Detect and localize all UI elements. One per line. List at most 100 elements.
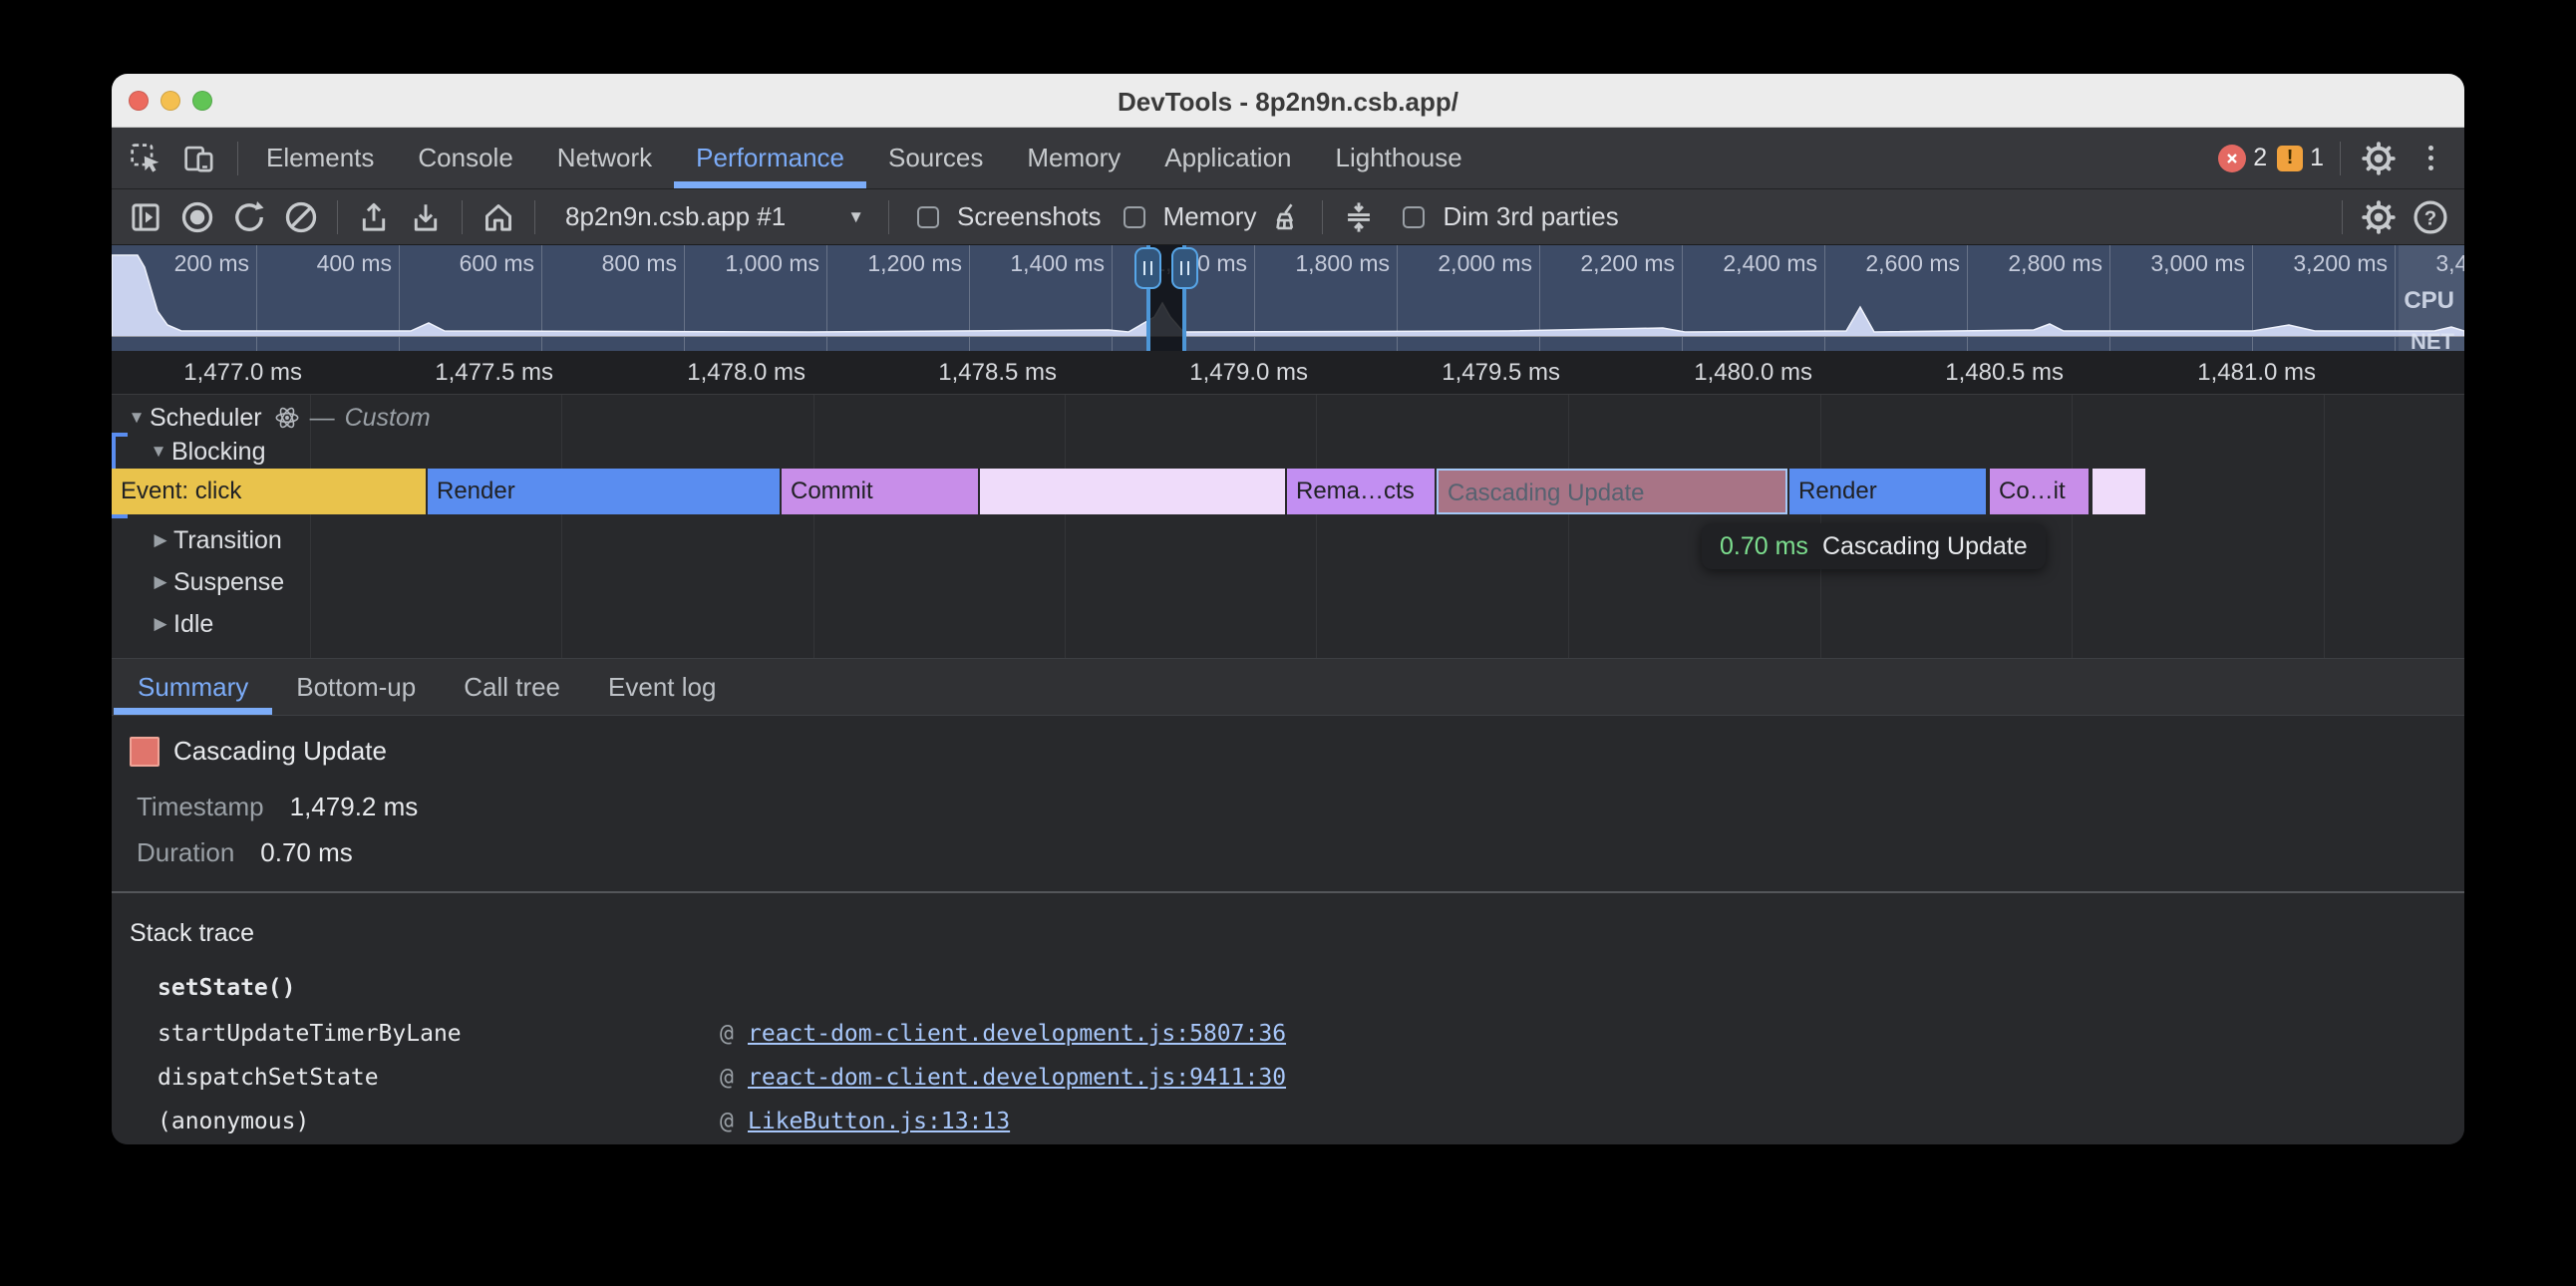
stack-frame-source-link[interactable]: LikeButton.js:13:13 — [748, 1109, 1010, 1134]
details-tab-label: Bottom-up — [296, 672, 416, 703]
collapsed-triangle-icon[interactable]: ▶ — [148, 614, 173, 634]
overview-tick-label: 800 ms — [602, 250, 677, 277]
stack-trace-title: Stack trace — [130, 919, 254, 948]
panel-tab[interactable]: Network — [535, 128, 674, 188]
flame-event-bar[interactable]: Render — [428, 469, 780, 514]
dim-third-parties-label: Dim 3rd parties — [1443, 201, 1618, 232]
details-tab[interactable]: Summary — [114, 659, 272, 715]
console-errors-badge[interactable]: 2 — [2218, 144, 2267, 172]
toggle-panel-icon[interactable] — [124, 195, 167, 239]
panel-tab-label: Lighthouse — [1336, 143, 1462, 173]
flame-event-label: Render — [1798, 478, 1877, 504]
overview-tick-label: 600 ms — [460, 250, 534, 277]
overview-tick-label: 2,000 ms — [1438, 250, 1532, 277]
flame-event-bar[interactable]: Commit — [782, 469, 978, 514]
panel-tab[interactable]: Performance — [674, 128, 866, 188]
details-tab[interactable]: Bottom-up — [272, 659, 440, 715]
flamechart-tracks[interactable]: ▼ Scheduler — Custom ▼ Blocking — [112, 395, 2464, 658]
more-options-icon[interactable] — [2411, 146, 2450, 170]
track-row-scheduler[interactable]: ▼ Scheduler — Custom — [112, 401, 2464, 435]
expand-triangle-icon[interactable]: ▼ — [146, 442, 171, 462]
flame-event-bar[interactable] — [2093, 469, 2145, 514]
expand-triangle-icon[interactable]: ▼ — [124, 408, 150, 428]
screenshots-label: Screenshots — [957, 201, 1102, 232]
flame-event-bar[interactable]: Co…it — [1990, 469, 2089, 514]
track-row-idle[interactable]: ▶ Idle — [112, 606, 2464, 642]
panel-tabs: Elements Console Network Performance Sou… — [244, 128, 1484, 188]
toolbar-separator-2 — [462, 200, 463, 234]
detail-time-ruler[interactable]: 1,477.0 ms1,477.5 ms1,478.0 ms1,478.5 ms… — [112, 351, 2464, 395]
history-dropdown-label: 8p2n9n.csb.app #1 — [565, 201, 786, 232]
device-toolbar-icon[interactable] — [177, 137, 221, 180]
collapse-sections-icon[interactable] — [1337, 195, 1381, 239]
screenshots-checkbox[interactable] — [917, 206, 939, 228]
react-atom-icon — [274, 405, 300, 431]
toolbar-separator-1 — [337, 200, 338, 234]
devtools-tabbar: Elements Console Network Performance Sou… — [112, 128, 2464, 189]
stack-frame-function: dispatchSetState — [158, 1065, 379, 1091]
inspect-element-icon[interactable] — [124, 137, 167, 180]
details-tab[interactable]: Call tree — [440, 659, 584, 715]
error-count: 2 — [2253, 144, 2267, 172]
panel-tab[interactable]: Memory — [1005, 128, 1142, 188]
ruler-tick-label: 1,479.5 ms — [1442, 359, 1560, 387]
dim-third-parties-checkbox[interactable] — [1403, 206, 1425, 228]
flame-event-label: Co…it — [1999, 478, 2066, 504]
help-icon[interactable]: ? — [2409, 195, 2452, 239]
overview-left-handle[interactable] — [1134, 247, 1161, 289]
settings-gear-icon[interactable] — [2357, 137, 2401, 180]
net-strip — [112, 336, 2464, 351]
tabbar-separator — [237, 142, 238, 175]
summary-pane: Cascading Update Timestamp 1,479.2 ms Du… — [112, 716, 2464, 891]
toolbar-separator-5 — [1322, 200, 1323, 234]
overview-tick-label: 2,800 ms — [2008, 250, 2102, 277]
scheduler-track-label: Scheduler — [150, 404, 262, 433]
garbage-collect-icon[interactable] — [1264, 195, 1308, 239]
flame-event-bar[interactable]: Event: click — [112, 469, 426, 514]
panel-tab-label: Performance — [696, 143, 844, 173]
panel-tab[interactable]: Application — [1142, 128, 1313, 188]
flame-event-label: Cascading Update — [1448, 480, 1644, 506]
flame-event-bar[interactable]: Rema…cts — [1287, 469, 1435, 514]
history-dropdown[interactable]: 8p2n9n.csb.app #1 ▼ — [549, 201, 874, 232]
collapsed-triangle-icon[interactable]: ▶ — [148, 572, 173, 592]
download-profile-icon[interactable] — [404, 195, 448, 239]
overview-right-handle[interactable] — [1171, 247, 1198, 289]
memory-label: Memory — [1163, 201, 1257, 232]
issues-icon: ! — [2277, 146, 2303, 171]
record-icon[interactable] — [175, 195, 219, 239]
clear-icon[interactable] — [279, 195, 323, 239]
flame-event-bar[interactable]: Cascading Update — [1437, 469, 1787, 514]
track-row-transition[interactable]: ▶ Transition — [112, 522, 2464, 558]
issue-count: 1 — [2310, 144, 2324, 172]
collapsed-triangle-icon[interactable]: ▶ — [148, 530, 173, 550]
panel-tab[interactable]: Console — [396, 128, 534, 188]
panel-tab[interactable]: Lighthouse — [1314, 128, 1484, 188]
overview-tick-label: 1,200 ms — [867, 250, 962, 277]
stack-frame-row: (anonymous) @ LikeButton.js:13:13 — [158, 1109, 309, 1144]
blocking-track-label: Blocking — [171, 438, 266, 467]
capture-settings-gear-icon[interactable] — [2357, 195, 2401, 239]
flame-event-label: Commit — [791, 478, 873, 504]
issues-badge[interactable]: ! 1 — [2277, 144, 2324, 172]
track-row-blocking[interactable]: ▼ Blocking — [112, 435, 2464, 469]
upload-profile-icon[interactable] — [352, 195, 396, 239]
track-row-suspense[interactable]: ▶ Suspense — [112, 564, 2464, 600]
flame-event-bar[interactable] — [980, 469, 1285, 514]
home-icon[interactable] — [477, 195, 520, 239]
duration-row: Duration 0.70 ms — [137, 837, 353, 868]
flame-event-bar[interactable]: Render — [1789, 469, 1986, 514]
stack-frame-source-link[interactable]: react-dom-client.development.js:5807:36 — [748, 1021, 1286, 1047]
ruler-tick-label: 1,477.5 ms — [435, 359, 553, 387]
timeline-overview[interactable]: 200 ms400 ms600 ms800 ms1,000 ms1,200 ms… — [112, 245, 2464, 351]
stack-frame-source-link[interactable]: react-dom-client.development.js:9411:30 — [748, 1065, 1286, 1091]
details-tab[interactable]: Event log — [584, 659, 740, 715]
panel-tab[interactable]: Sources — [866, 128, 1005, 188]
devtools-window: DevTools - 8p2n9n.csb.app/ — [112, 74, 2464, 1144]
flame-event-label: Event: click — [121, 478, 241, 504]
panel-tab[interactable]: Elements — [244, 128, 396, 188]
transition-track-label: Transition — [173, 526, 282, 555]
window-title: DevTools - 8p2n9n.csb.app/ — [112, 87, 2464, 118]
reload-record-icon[interactable] — [227, 195, 271, 239]
memory-checkbox[interactable] — [1124, 206, 1145, 228]
